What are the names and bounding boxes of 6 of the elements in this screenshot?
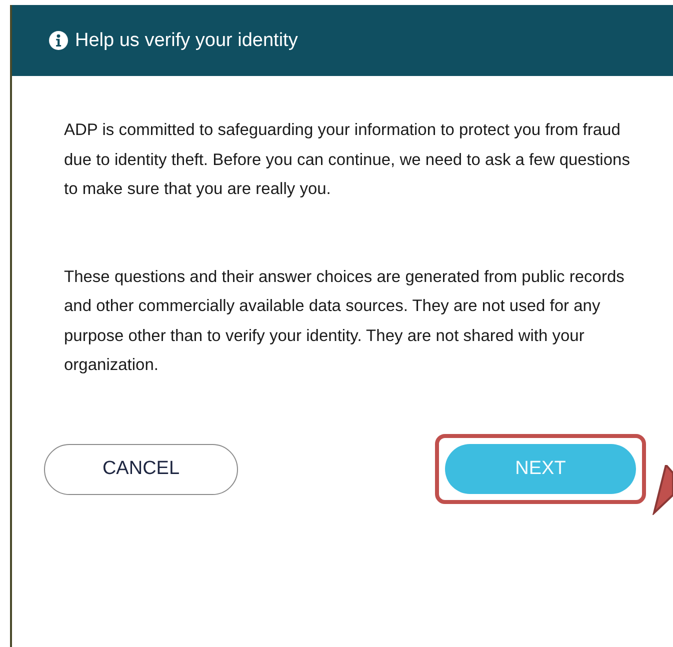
paragraph: ADP is committed to safeguarding your information to protect you from fraud due to identity theft. Before you can continue, we need to ask a few questions to make sure that you are really you. — [64, 120, 631, 200]
cancel-button[interactable]: CANCEL — [44, 444, 238, 494]
paragraph: These questions and their answer choices are generated from public records and other commercially available data sources. They are not used for any purpose other than to verify your identity. They are not shared with your organization. — [64, 266, 626, 376]
callout-arrow — [652, 465, 673, 515]
dialog-title: Help us verify your identity — [75, 30, 298, 52]
info-icon — [49, 31, 68, 50]
